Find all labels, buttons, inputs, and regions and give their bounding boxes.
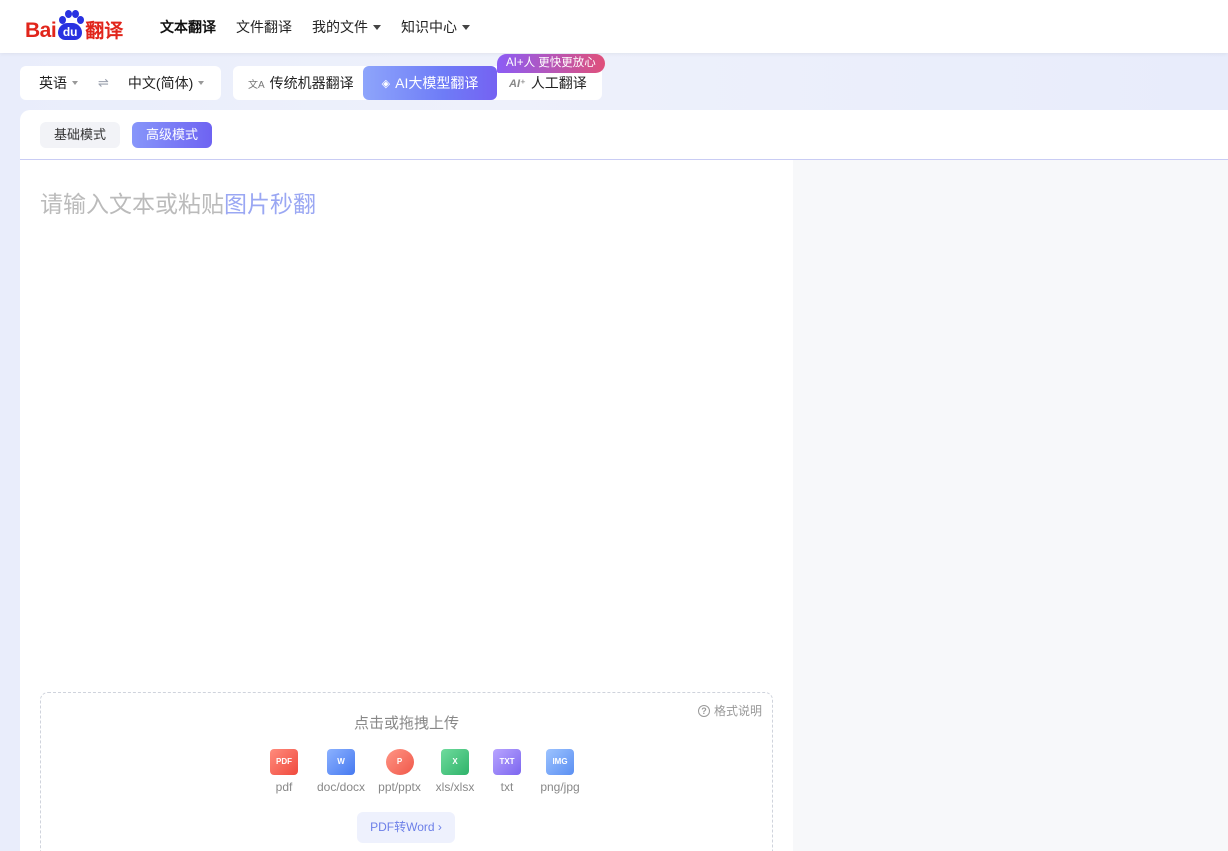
tab-ai-model-translation[interactable]: ◈ AI大模型翻译 [363,66,497,100]
nav-file-translate[interactable]: 文件翻译 [236,17,292,37]
source-language-select[interactable]: 英语 [39,73,78,93]
tab-label: 人工翻译 [530,75,587,91]
pdf-to-word-button[interactable]: PDF转Word › [357,812,455,843]
language-selector: 英语 ⇌ 中文(简体) [20,66,221,100]
chevron-right-icon: › [437,820,442,834]
caret-down-icon [462,24,470,30]
top-navigation-bar: Bai du 翻译 文本翻译 文件翻译 我的文件 知识中心 [0,0,1228,53]
word-icon: W [327,749,355,775]
placeholder-text: 请输入文本或粘贴 [40,191,224,217]
image-icon: IMG [546,749,574,775]
main-nav: 文本翻译 文件翻译 我的文件 知识中心 [160,17,470,37]
logo-bai-text: Bai [25,19,57,42]
ai-sparkle-icon: AI⁺ [509,77,526,90]
file-type-label: doc/docx [316,780,366,794]
upload-title: 点击或拖拽上传 [353,715,459,732]
file-type-item: PDF pdf [256,749,312,794]
tab-advanced-mode[interactable]: 高级模式 [132,122,213,148]
file-type-item: TXT txt [481,749,533,794]
caret-down-icon [198,81,205,85]
caret-down-icon [72,81,78,85]
translation-result-area [793,160,1228,851]
tab-label: AI大模型翻译 [395,75,479,91]
swap-languages-icon[interactable]: ⇌ [98,75,109,91]
source-text-input[interactable]: 请输入文本或粘贴图片秒翻 ? 格式说明 点击或拖拽上传 PDF pdf W do… [20,160,793,851]
baidu-fanyi-logo[interactable]: Bai du 翻译 [25,5,123,41]
file-type-item: W doc/docx [312,749,370,794]
caret-down-icon [373,24,381,30]
translation-panel: 基础模式 高级模式 请输入文本或粘贴图片秒翻 ? 格式说明 点击或拖拽上传 PD… [20,110,1228,851]
txt-icon: TXT [493,749,521,775]
logo-fanyi-text: 翻译 [85,21,124,42]
file-type-label: pdf [275,780,293,794]
target-language-select[interactable]: 中文(简体) [127,73,205,93]
file-upload-zone[interactable]: ? 格式说明 点击或拖拽上传 PDF pdf W doc/docx P ppt/… [40,692,773,851]
file-type-item: X xls/xlsx [429,749,481,794]
powerpoint-icon: P [385,749,414,775]
image-translate-link[interactable]: 图片秒翻 [224,191,316,217]
tab-machine-translation[interactable]: 文A 传统机器翻译 [248,66,354,100]
logo-du-text: du [58,23,83,40]
excel-icon: X [441,749,469,775]
translate-icon: 文A [248,79,265,91]
nav-text-translate[interactable]: 文本翻译 [160,17,216,37]
pdf-icon: PDF [270,749,298,775]
input-placeholder: 请输入文本或粘贴图片秒翻 [40,185,316,219]
target-language-label: 中文(简体) [127,75,194,91]
promo-badge: AI+人 更快更放心 [497,54,605,73]
file-type-item: IMG png/jpg [533,749,587,794]
cube-icon: ◈ [381,77,391,90]
source-language-label: 英语 [39,75,67,91]
nav-label: 知识中心 [401,19,457,35]
mode-subtabs: 基础模式 高级模式 [40,122,213,148]
supported-file-types: PDF pdf W doc/docx P ppt/pptx X xls/xlsx… [256,749,587,794]
file-type-label: ppt/pptx [378,780,421,794]
nav-label: 我的文件 [312,19,368,35]
file-type-item: P ppt/pptx [370,749,429,794]
file-type-label: txt [500,780,514,794]
tab-basic-mode[interactable]: 基础模式 [40,122,121,148]
nav-label: 文本翻译 [160,19,216,35]
paw-icon: du [57,9,85,41]
nav-my-files[interactable]: 我的文件 [312,17,381,37]
pdf-to-word-label: PDF转Word [370,820,435,834]
nav-knowledge-center[interactable]: 知识中心 [401,17,470,37]
tab-label: 传统机器翻译 [269,75,354,91]
nav-label: 文件翻译 [236,19,292,35]
file-type-label: xls/xlsx [435,780,475,794]
file-type-label: png/jpg [540,780,580,794]
